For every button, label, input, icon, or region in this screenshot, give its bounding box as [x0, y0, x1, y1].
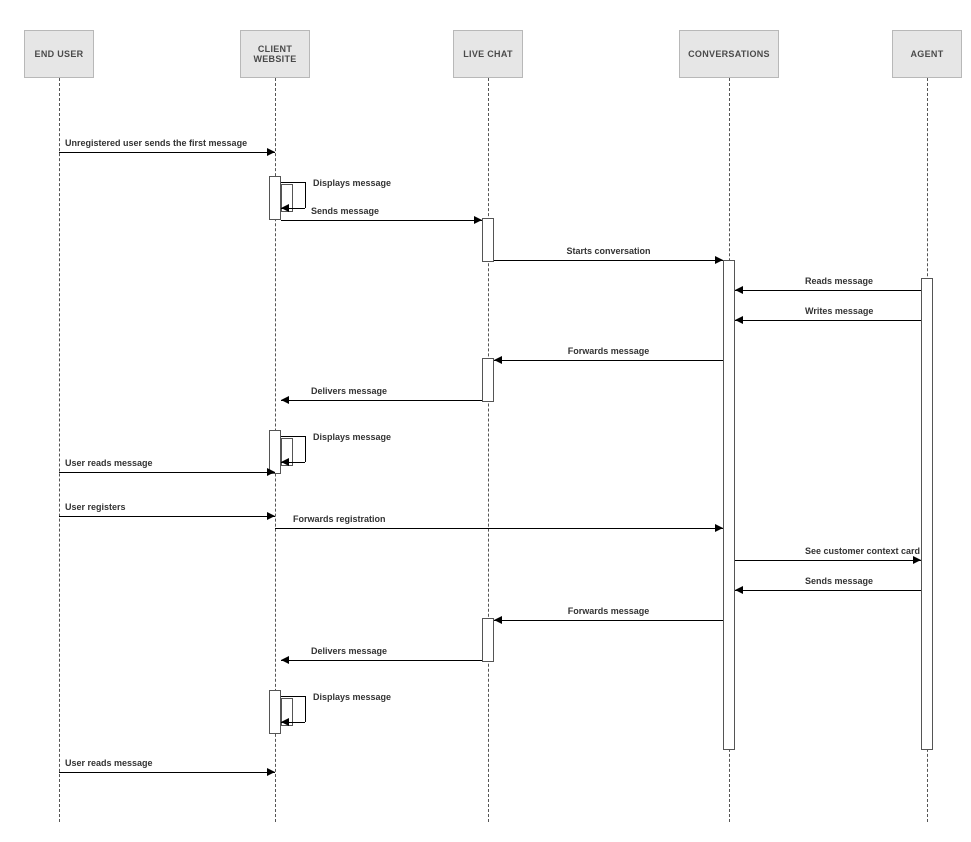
participant-agent: AGENT: [892, 30, 962, 78]
lifeline-end-user: [59, 78, 60, 822]
message-label: Forwards registration: [293, 514, 386, 524]
message-label: Reads message: [805, 276, 873, 286]
message-label: Displays message: [313, 178, 391, 188]
activation-agent: [921, 278, 933, 750]
msg-forwards-registration: Forwards registration: [275, 516, 723, 530]
msg-agent-sends: Sends message: [735, 578, 921, 592]
msg-forwards-message-1: Forwards message: [494, 348, 723, 362]
message-label: Displays message: [313, 432, 391, 442]
participant-live-chat: LIVE CHAT: [453, 30, 523, 78]
msg-forwards-message-2: Forwards message: [494, 608, 723, 622]
message-label: See customer context card: [805, 546, 920, 556]
participant-client-website: CLIENT WEBSITE: [240, 30, 310, 78]
participant-conversations: CONVERSATIONS: [679, 30, 779, 78]
msg-first-message: Unregistered user sends the first messag…: [59, 140, 275, 154]
message-label: Delivers message: [311, 386, 387, 396]
message-label: User reads message: [65, 758, 153, 768]
message-label: Unregistered user sends the first messag…: [65, 138, 247, 148]
activation-conversations: [723, 260, 735, 750]
participant-label: END USER: [35, 49, 84, 59]
message-label: User registers: [65, 502, 126, 512]
msg-delivers-message-2: Delivers message: [281, 648, 482, 662]
msg-user-reads-1: User reads message: [59, 460, 275, 474]
message-label: User reads message: [65, 458, 153, 468]
message-label: Forwards message: [568, 346, 650, 356]
msg-writes-message: Writes message: [735, 308, 921, 322]
msg-starts-conversation: Starts conversation: [494, 248, 723, 262]
message-label: Displays message: [313, 692, 391, 702]
msg-user-reads-2: User reads message: [59, 760, 275, 774]
activation-live-chat-2: [482, 358, 494, 402]
participant-label: AGENT: [911, 49, 944, 59]
message-label: Starts conversation: [566, 246, 650, 256]
message-label: Delivers message: [311, 646, 387, 656]
msg-reads-message: Reads message: [735, 278, 921, 292]
participant-end-user: END USER: [24, 30, 94, 78]
msg-sends-message: Sends message: [281, 208, 482, 222]
participant-label: CONVERSATIONS: [688, 49, 770, 59]
lifeline-live-chat: [488, 78, 489, 822]
activation-live-chat-1: [482, 218, 494, 262]
message-label: Sends message: [805, 576, 873, 586]
message-label: Sends message: [311, 206, 379, 216]
msg-user-registers: User registers: [59, 504, 275, 518]
msg-context-card: See customer context card: [735, 548, 921, 562]
activation-client-website-1: [269, 176, 281, 220]
activation-live-chat-3: [482, 618, 494, 662]
sequence-diagram: END USER CLIENT WEBSITE LIVE CHAT CONVER…: [0, 0, 971, 842]
participant-label: CLIENT WEBSITE: [245, 44, 305, 64]
participant-label: LIVE CHAT: [463, 49, 513, 59]
activation-client-website-3: [269, 690, 281, 734]
message-label: Forwards message: [568, 606, 650, 616]
msg-delivers-message-1: Delivers message: [281, 388, 482, 402]
message-label: Writes message: [805, 306, 873, 316]
